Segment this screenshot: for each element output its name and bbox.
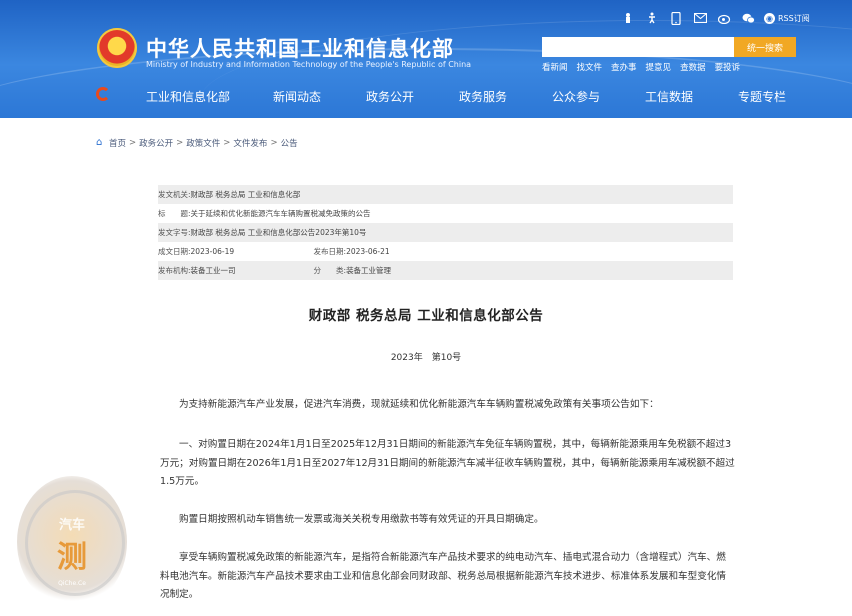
wechat-icon[interactable] [740,10,756,26]
nav-item-topics[interactable]: 专题专栏 [738,88,786,105]
quicklink-news[interactable]: 看新闻 [542,61,568,73]
breadcrumb-notice[interactable]: 公告 [281,137,298,149]
info-value: 2023-06-19 [190,247,235,256]
search-button[interactable]: 统一搜索 [734,37,796,57]
breadcrumb-separator: > [176,138,184,148]
info-value: 2023-06-21 [346,247,390,256]
info-label: 发文字号: [158,228,191,237]
nav-item-data[interactable]: 工信数据 [645,88,693,105]
home-icon: ⌂ [96,137,103,148]
quicklink-files[interactable]: 找文件 [577,61,603,73]
quicklink-data[interactable]: 查数据 [680,61,706,73]
site-title[interactable]: 中华人民共和国工业和信息化部 [146,33,454,63]
watermark-logo: 汽车 测 QiChe.Ce [17,476,127,608]
breadcrumb-policy-files[interactable]: 政策文件 [186,137,220,149]
info-label: 分 类: [313,266,347,275]
quicklink-complaint[interactable]: 要投诉 [715,61,741,73]
nav-item-news[interactable]: 新闻动态 [273,88,321,105]
article-paragraph: 享受车辆购置税减免政策的新能源汽车，是指符合新能源汽车产品技术要求的纯电动汽车、… [160,552,727,600]
watermark-sub: QiChe.Ce [58,580,86,587]
rss-label: RSS订阅 [778,13,810,23]
breadcrumb-separator: > [270,138,278,148]
breadcrumb-separator: > [223,138,231,148]
nav-item-ministry[interactable]: 工业和信息化部 [146,88,230,105]
article-paragraph: 一、对购置日期在2024年1月1日至2025年12月31日期间的新能源汽车免征车… [160,439,735,487]
info-value: 装备工业一司 [190,266,236,275]
info-label: 标 题: [158,209,191,218]
weibo-icon[interactable] [716,10,732,26]
info-label: 发布日期: [313,247,347,256]
watermark-char: 测 [57,540,87,575]
quicklink-feedback[interactable]: 提意见 [646,61,672,73]
breadcrumb-file-release[interactable]: 文件发布 [233,137,267,149]
rss-link[interactable]: ◉ RSS订阅 [764,12,810,24]
info-label: 成文日期: [158,247,191,256]
breadcrumb-open-affairs[interactable]: 政务公开 [139,137,173,149]
article-paragraph: 购置日期按照机动车销售统一发票或海关关税专用缴款书等有效凭证的开具日期确定。 [179,514,544,525]
breadcrumb: ⌂ 首页 > 政务公开 > 政策文件 > 文件发布 > 公告 [96,137,298,150]
nav-item-open-affairs[interactable]: 政务公开 [366,88,414,105]
national-emblem-icon[interactable] [97,28,137,68]
info-value: 关于延续和优化新能源汽车车辆购置税减免政策的公告 [190,209,371,218]
info-row-issuer: 发文机关: 财政部 税务总局 工业和信息化部 [158,185,733,204]
info-value: 财政部 税务总局 工业和信息化部 [190,190,301,199]
rss-icon: ◉ [764,12,775,24]
breadcrumb-home[interactable]: 首页 [109,137,126,149]
main-nav: 工业和信息化部 新闻动态 政务公开 政务服务 公众参与 工信数据 专题专栏 [0,88,852,106]
search-input[interactable] [542,37,734,57]
info-row-docno: 发文字号: 财政部 税务总局 工业和信息化部公告2023年第10号 [158,223,733,242]
top-toolbar: ◉ RSS订阅 [620,10,810,26]
breadcrumb-separator: > [129,138,137,148]
mail-icon[interactable] [692,10,708,26]
watermark-text: 汽车 [58,518,85,533]
article-title: 财政部 税务总局 工业和信息化部公告 [308,308,544,324]
nav-item-services[interactable]: 政务服务 [459,88,507,105]
nav-item-participation[interactable]: 公众参与 [552,88,600,105]
document-info-table: 发文机关: 财政部 税务总局 工业和信息化部 标 题: 关于延续和优化新能源汽车… [158,185,733,280]
elder-mode-icon[interactable] [620,10,636,26]
mobile-icon[interactable] [668,10,684,26]
quicklink-services[interactable]: 查办事 [611,61,637,73]
info-value: 财政部 税务总局 工业和信息化部公告2023年第10号 [190,228,367,237]
info-row-org: 发布机构: 装备工业一司 分 类: 装备工业管理 [158,261,733,280]
info-label: 发布机构: [158,266,191,275]
info-value: 装备工业管理 [346,266,392,275]
site-subtitle: Ministry of Industry and Information Tec… [146,60,472,69]
info-row-title: 标 题: 关于延续和优化新能源汽车车辆购置税减免政策的公告 [158,204,733,223]
article-paragraph: 为支持新能源汽车产业发展，促进汽车消费，现就延续和优化新能源汽车车辆购置税减免政… [179,399,659,410]
site-header: 中华人民共和国工业和信息化部 Ministry of Industry and … [0,0,852,118]
article-number: 2023年 第10号 [390,353,462,363]
info-row-dates: 成文日期: 2023-06-19 发布日期: 2023-06-21 [158,242,733,261]
info-label: 发文机关: [158,190,191,199]
quick-links: 看新闻 找文件 查办事 提意见 查数据 要投诉 [542,61,740,73]
accessibility-icon[interactable] [644,10,660,26]
